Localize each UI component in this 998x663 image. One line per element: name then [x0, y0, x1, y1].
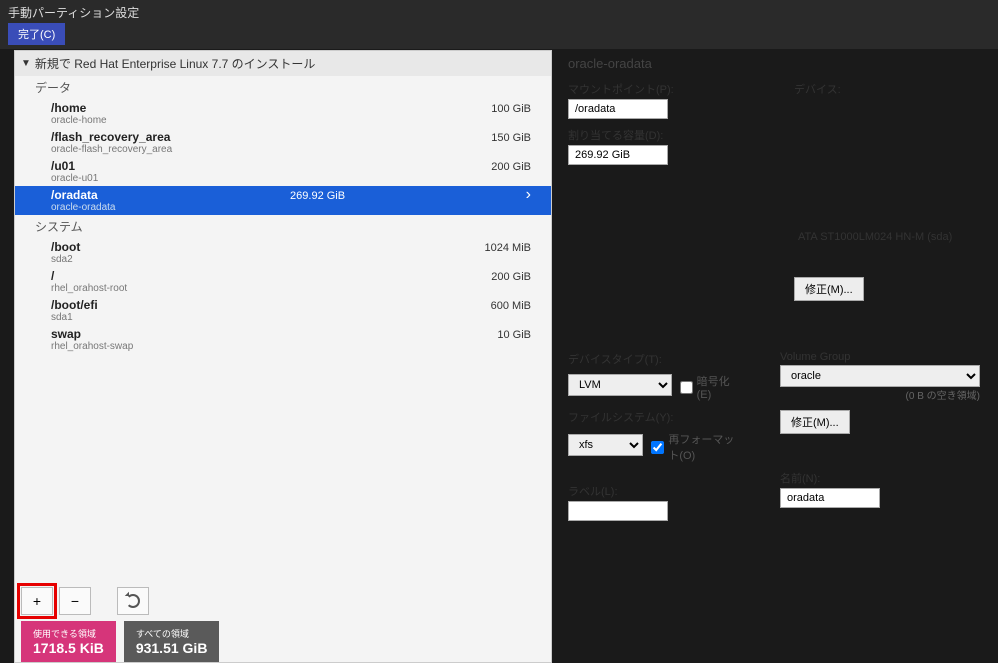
- partition-details: oracle-oradata マウントポイント(P): 割り当てる容量(D): …: [552, 50, 996, 663]
- mountpoint-label: マウントポイント(P):: [568, 81, 754, 97]
- install-header[interactable]: ▼ 新規で Red Hat Enterprise Linux 7.7 のインスト…: [15, 51, 551, 76]
- devtype-label: デバイスタイプ(T):: [568, 351, 740, 367]
- detail-title: oracle-oradata: [568, 56, 980, 71]
- fs-select[interactable]: xfs: [568, 434, 643, 456]
- vg-label: Volume Group: [780, 351, 980, 363]
- mountpoint-input[interactable]: [568, 99, 668, 119]
- partition-row-selected[interactable]: /oradataoracle-oradata 269.92 GiB: [15, 186, 551, 215]
- encrypt-checkbox[interactable]: 暗号化(E): [680, 373, 740, 401]
- capacity-label: 割り当てる容量(D):: [568, 127, 754, 143]
- partition-row[interactable]: /boot/efisda1 600 MiB: [15, 296, 551, 325]
- modify-vg-button[interactable]: 修正(M)...: [780, 410, 850, 434]
- partition-row[interactable]: /u01oracle-u01 200 GiB: [15, 157, 551, 186]
- reload-icon: [126, 594, 140, 608]
- partition-row[interactable]: /flash_recovery_areaoracle-flash_recover…: [15, 128, 551, 157]
- device-entry[interactable]: ATA ST1000LM024 HN-M (sda): [794, 227, 980, 267]
- devices-label: デバイス:: [794, 81, 980, 97]
- name-label: 名前(N):: [780, 470, 980, 486]
- total-space: すべての領域 931.51 GiB: [124, 621, 220, 662]
- fs-label: ファイルシステム(Y):: [568, 409, 740, 425]
- collapse-arrow-icon: ▼: [21, 58, 31, 69]
- modify-device-button[interactable]: 修正(M)...: [794, 277, 864, 301]
- add-partition-button[interactable]: +: [21, 587, 53, 615]
- partition-row[interactable]: /rhel_orahost-root 200 GiB: [15, 267, 551, 296]
- remove-partition-button[interactable]: −: [59, 587, 91, 615]
- vg-free: (0 B の空き領域): [780, 387, 980, 402]
- page-title: 手動パーティション設定: [8, 4, 990, 21]
- partition-tree: ▼ 新規で Red Hat Enterprise Linux 7.7 のインスト…: [14, 50, 552, 663]
- devtype-select[interactable]: LVM: [568, 374, 672, 396]
- available-space: 使用できる領域 1718.5 KiB: [21, 621, 116, 662]
- partition-row[interactable]: /bootsda2 1024 MiB: [15, 238, 551, 267]
- label-label: ラベル(L):: [568, 483, 740, 499]
- partition-row[interactable]: /homeoracle-home 100 GiB: [15, 99, 551, 128]
- label-input[interactable]: [568, 501, 668, 521]
- reload-button[interactable]: [117, 587, 149, 615]
- capacity-input[interactable]: [568, 145, 668, 165]
- section-data: データ: [15, 76, 551, 99]
- name-input[interactable]: [780, 488, 880, 508]
- reformat-checkbox[interactable]: 再フォーマット(O): [651, 431, 740, 463]
- vg-select[interactable]: oracle: [780, 365, 980, 387]
- done-button[interactable]: 完了(C): [8, 23, 65, 45]
- section-system: システム: [15, 215, 551, 238]
- partition-row[interactable]: swaprhel_orahost-swap 10 GiB: [15, 325, 551, 354]
